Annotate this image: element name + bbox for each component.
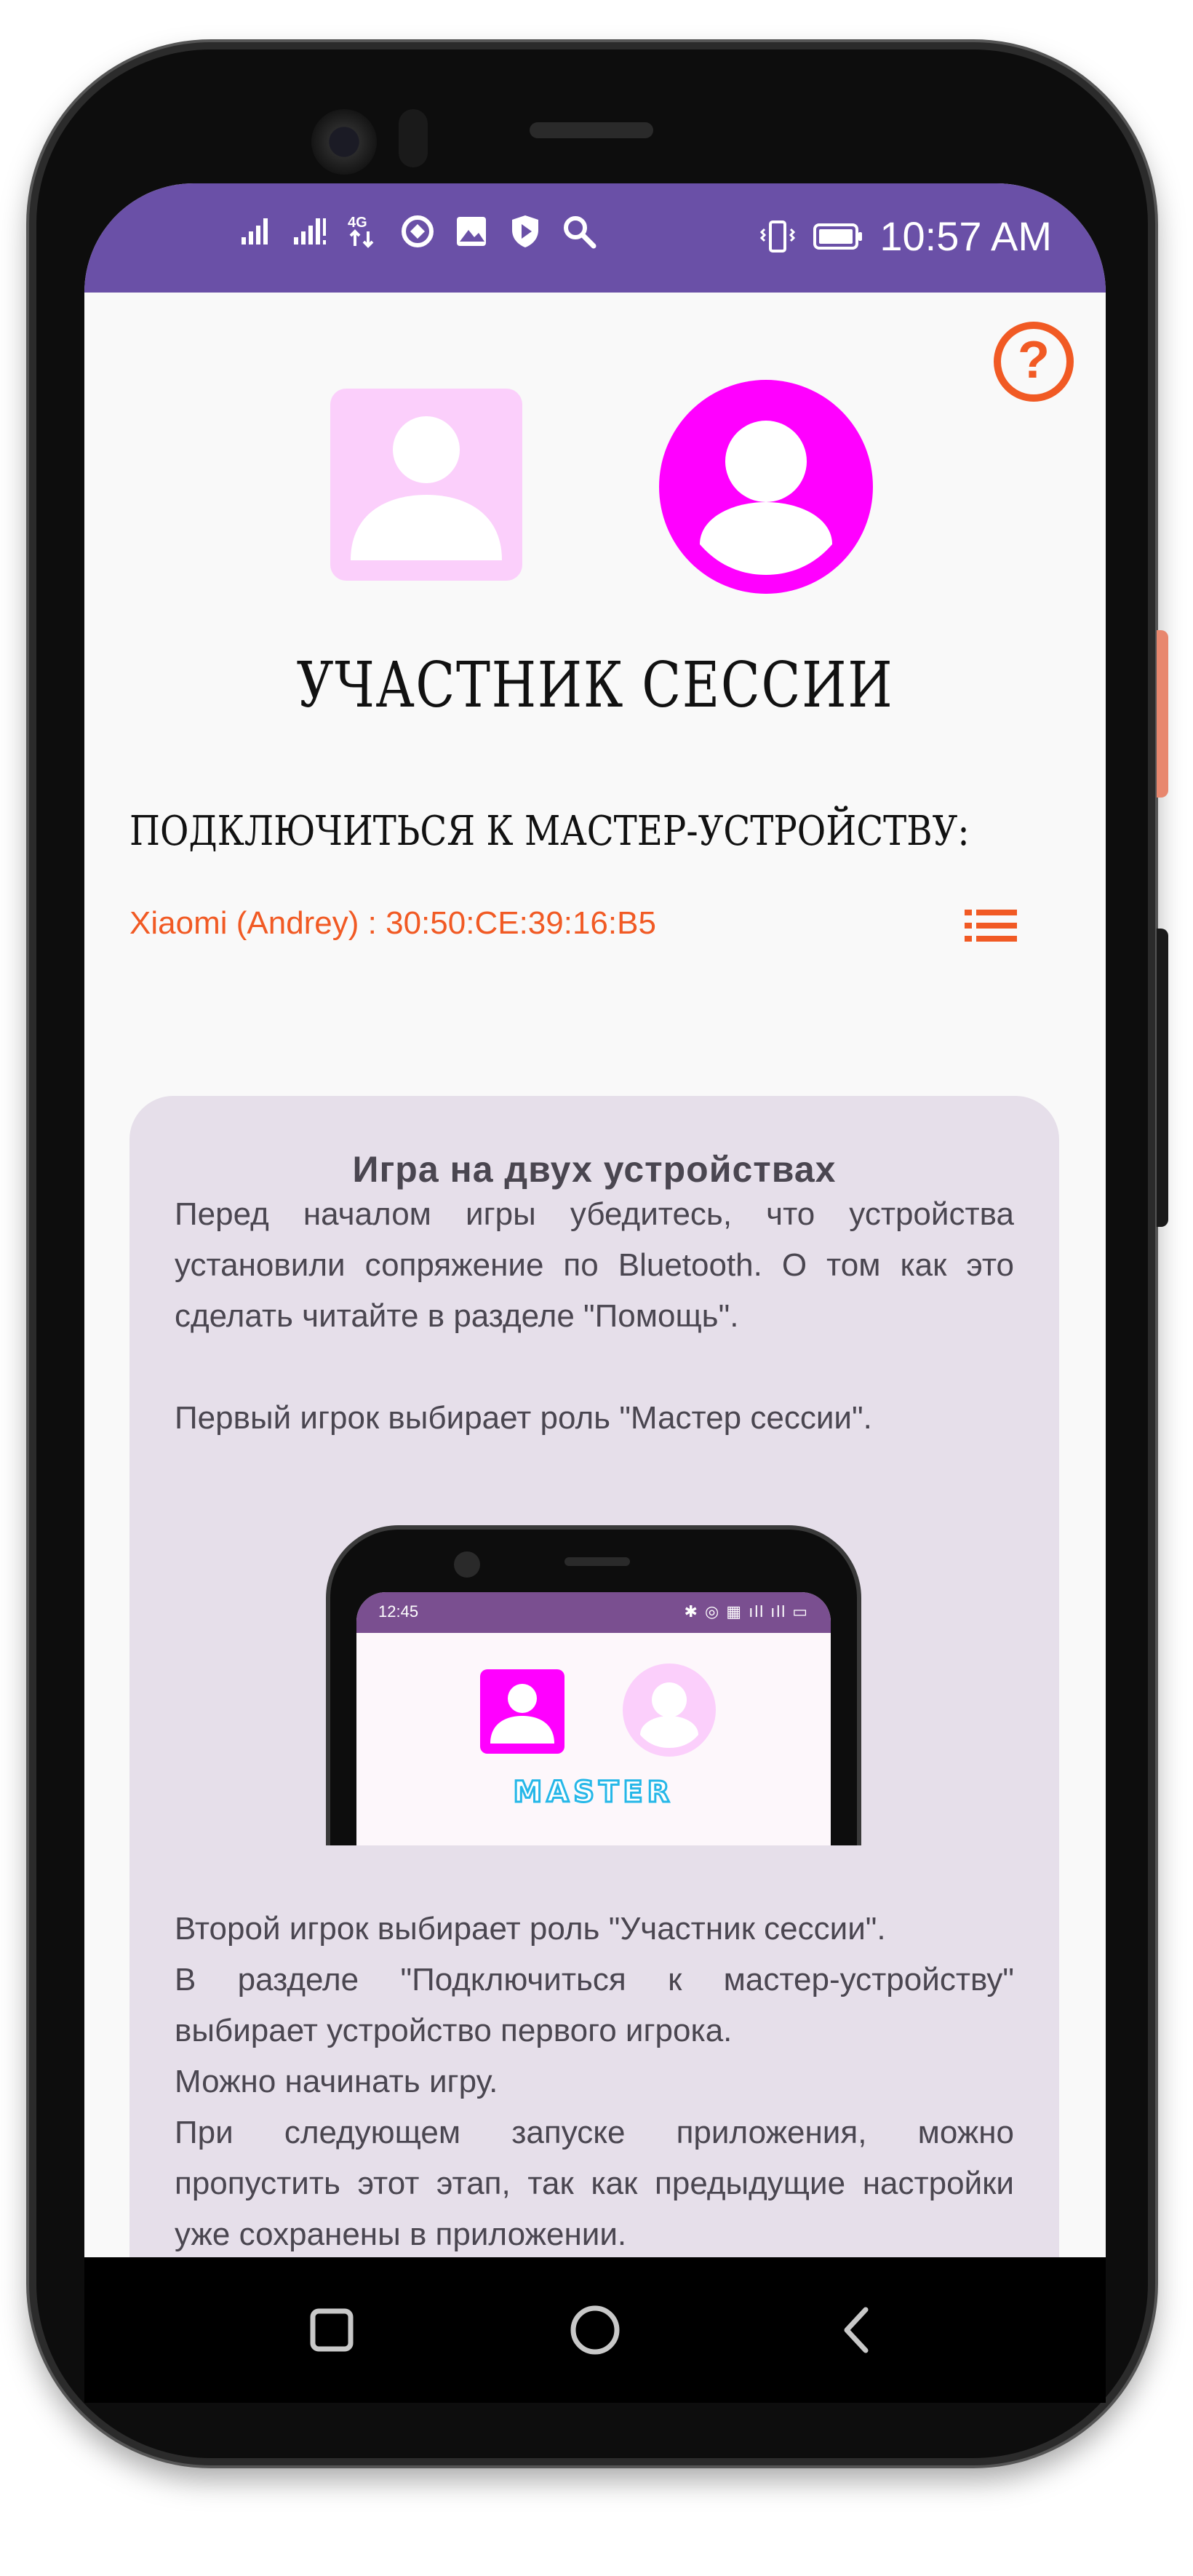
volume-button — [1157, 929, 1168, 1227]
front-camera — [311, 109, 377, 175]
info-paragraph: Первый игрок выбирает роль "Мастер сесси… — [175, 1400, 872, 1436]
signal-icon — [237, 212, 275, 250]
illustration-status-bar: 12:45 ✱ ◎ ▦ ıll ıll ▭ — [356, 1592, 831, 1633]
shield-icon — [506, 212, 544, 250]
help-icon: ? — [1018, 331, 1050, 389]
recents-button[interactable] — [295, 2294, 368, 2366]
illustration-phone: 12:45 ✱ ◎ ▦ ıll ıll ▭ MASTER — [326, 1525, 861, 1845]
info-card-title: Игра на двух устройствах — [352, 1149, 837, 1190]
illustration-status-icons: ✱ ◎ ▦ ıll ıll ▭ — [684, 1602, 809, 1621]
illustration-speaker — [564, 1557, 630, 1566]
network-4g-icon: 4G — [345, 212, 383, 250]
search-icon — [560, 212, 598, 250]
svg-text:4G: 4G — [348, 215, 367, 231]
battery-icon — [813, 218, 863, 255]
illustration-camera — [454, 1551, 480, 1578]
list-icon — [965, 910, 1017, 942]
back-icon — [844, 2307, 869, 2353]
home-icon — [570, 2305, 620, 2355]
sync-icon — [399, 212, 436, 250]
signal-icon — [291, 212, 329, 250]
info-line: При следующем запуске приложения, можно … — [175, 2115, 1014, 2252]
user-avatar-icon — [640, 1682, 698, 1748]
power-button — [1157, 630, 1168, 798]
vibrate-icon — [759, 218, 797, 255]
app-screen: 4G 10:57 AM ? УЧАСТНИК СЕССИИ ПОДКЛЮЧИТЬ… — [84, 183, 1106, 2257]
device-list-button[interactable] — [962, 904, 1020, 947]
recents-icon — [310, 2308, 354, 2352]
selected-device-link[interactable]: Xiaomi (Andrey) : 30:50:CE:39:16:B5 — [129, 905, 656, 942]
status-right-icons: 10:57 AM — [759, 212, 1052, 260]
info-line: Можно начинать игру. — [175, 2064, 498, 2099]
user-avatar-icon — [490, 1684, 554, 1744]
info-paragraph: Перед началом игры убедитесь, что устрой… — [175, 1196, 1014, 1334]
status-left-icons: 4G — [237, 212, 598, 250]
illustration-master-label: MASTER — [512, 1775, 674, 1810]
illustration-participant-icon — [623, 1663, 716, 1757]
status-bar: 4G 10:57 AM — [84, 183, 1106, 293]
help-button[interactable]: ? — [994, 322, 1074, 402]
image-icon — [452, 212, 490, 250]
illustration-master-icon — [480, 1669, 564, 1754]
info-line: Второй игрок выбирает роль "Участник сес… — [175, 1911, 886, 1947]
back-button[interactable] — [821, 2294, 893, 2366]
home-button[interactable] — [559, 2294, 631, 2366]
info-line: В разделе "Подключиться к мастер-устройс… — [175, 1962, 1014, 2048]
role-master-option[interactable] — [330, 389, 522, 581]
connect-heading: ПОДКЛЮЧИТЬСЯ К МАСТЕР-УСТРОЙСТВУ: — [129, 808, 970, 855]
user-avatar-icon — [700, 421, 832, 575]
proximity-sensor — [399, 109, 428, 167]
earpiece-speaker — [530, 122, 653, 138]
illustration-screen: 12:45 ✱ ◎ ▦ ıll ıll ▭ MASTER — [356, 1592, 831, 1845]
user-avatar-icon — [351, 416, 502, 560]
navigation-bar — [84, 2257, 1106, 2403]
page-title: УЧАСТНИК СЕССИИ — [296, 649, 894, 722]
role-participant-option[interactable] — [659, 380, 873, 594]
info-paragraph-steps: Второй игрок выбирает роль "Участник сес… — [175, 1904, 1014, 2257]
info-card: Игра на двух устройствах Перед началом и… — [129, 1096, 1059, 2257]
status-time: 10:57 AM — [879, 213, 1052, 259]
illustration-time: 12:45 — [378, 1602, 419, 1621]
